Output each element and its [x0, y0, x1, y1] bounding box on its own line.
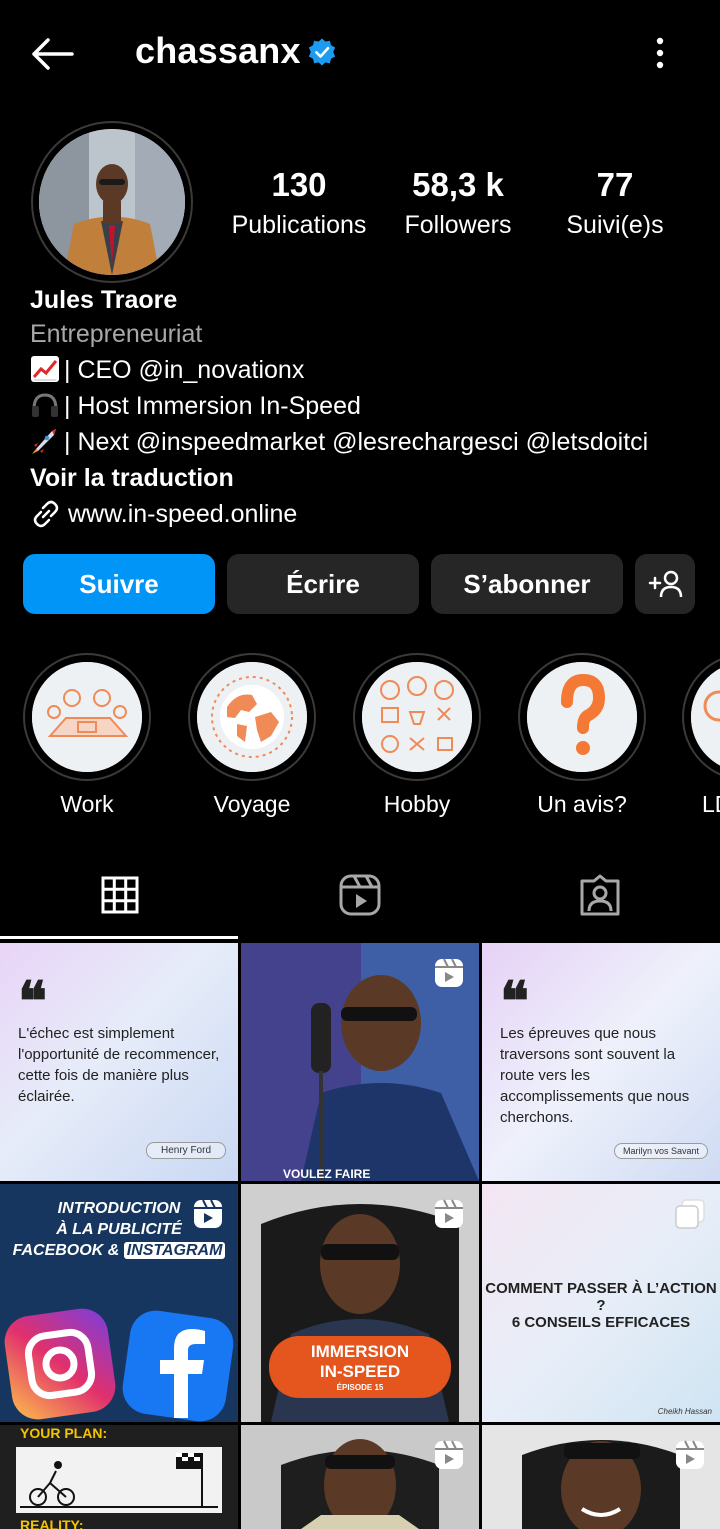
post-thumbnail[interactable] [482, 1425, 720, 1529]
highlight-label: Work [60, 791, 114, 817]
reel-icon [194, 1199, 222, 1228]
reel-icon [676, 1440, 704, 1469]
highlight-ld-cover [691, 662, 720, 772]
stat-followers[interactable]: 58,3 k Followers [392, 166, 524, 242]
more-options-button[interactable] [645, 33, 675, 73]
highlight-work[interactable]: Work [22, 653, 152, 818]
avatar [39, 129, 185, 275]
back-button[interactable] [28, 34, 78, 74]
stat-publications-label: Publications [231, 211, 367, 239]
see-translation-link[interactable]: Voir la traduction [30, 460, 710, 496]
stat-followers-value: 58,3 k [412, 166, 504, 203]
post-thumbnail[interactable]: COMMENT PASSER À L’ACTION ? 6 CONSEILS E… [482, 1184, 720, 1422]
post-quote-author: Marilyn vos Savant [613, 1143, 708, 1159]
follow-button[interactable]: Suivre [23, 554, 215, 614]
highlight-label: Voyage [213, 791, 291, 817]
post-title-line: COMMENT PASSER À L’ACTION ? [485, 1280, 717, 1314]
suggested-accounts-button[interactable] [635, 554, 695, 614]
highlight-hobby[interactable]: Hobby [352, 653, 482, 818]
highlight-label: Hobby [383, 791, 451, 817]
post-thumbnail[interactable]: INTRODUCTION À LA PUBLICITÉ FACEBOOK & I… [0, 1184, 238, 1422]
active-tab-indicator [0, 936, 238, 939]
post-title-line: 6 CONSEILS EFFICACES [511, 1314, 691, 1331]
post-subtitle: REALITY: [20, 1517, 84, 1529]
highlight-un-avis[interactable]: Un avis? [517, 653, 647, 818]
post-title-line: IN-SPEED [319, 1362, 401, 1381]
reel-icon [435, 1440, 463, 1469]
bio-line-text: | CEO @in_novationx [64, 356, 305, 384]
more-vertical-icon [656, 37, 664, 69]
highlight-hobby-cover [362, 662, 472, 772]
website-url: www.in-speed.online [68, 500, 298, 528]
arrow-left-icon [32, 38, 74, 70]
post-quote-text: L'échec est simplement l'opportunité de … [18, 1025, 220, 1105]
post-thumbnail[interactable] [241, 1425, 479, 1529]
message-button[interactable]: Écrire [227, 554, 419, 614]
headphone-emoji [32, 393, 58, 417]
highlight-work-cover [32, 662, 142, 772]
highlight-voyage-cover [197, 662, 307, 772]
rocket-emoji [32, 429, 56, 454]
stat-following-label: Suivi(e)s [566, 211, 664, 239]
reels-icon [339, 874, 381, 916]
add-person-icon [648, 570, 683, 598]
verified-badge-icon [308, 38, 336, 66]
bio-line-text: | Host Immersion In-Speed [64, 392, 361, 420]
carousel-icon [675, 1199, 705, 1229]
stat-publications[interactable]: 130 Publications [226, 166, 372, 242]
chart-increasing-emoji [31, 356, 59, 382]
stat-following-value: 77 [596, 166, 634, 203]
bio-line: | CEO @in_novationx [30, 352, 710, 388]
reel-icon [435, 958, 463, 987]
quote-icon: ❝ [500, 969, 530, 1033]
link-icon [33, 500, 59, 528]
post-thumbnail[interactable]: ❝ Les épreuves que nous traversons sont … [482, 943, 720, 1181]
website-link[interactable]: www.in-speed.online [30, 496, 710, 532]
bio-line-text: | Next @inspeedmarket @lesrechargesci @l… [64, 428, 649, 456]
profile-username: chassanx [135, 30, 301, 71]
tab-tagged[interactable] [480, 850, 720, 940]
post-signature: Cheikh Hassan [657, 1407, 712, 1416]
quote-icon: ❝ [18, 969, 48, 1033]
subscribe-button[interactable]: S’abonner [431, 554, 623, 614]
profile-avatar[interactable] [31, 121, 193, 283]
post-quote-author: Henry Ford [145, 1142, 226, 1159]
grid-icon [101, 876, 139, 914]
post-thumbnail[interactable]: VOULEZ FAIRE [241, 943, 479, 1181]
highlight-voyage[interactable]: Voyage [187, 653, 317, 818]
highlight-ld[interactable]: LD [682, 653, 720, 818]
post-title-line: IMMERSION [310, 1342, 410, 1361]
post-episode: ÉPISODE 15 [336, 1383, 384, 1392]
bio-line: | Host Immersion In-Speed [30, 388, 710, 424]
tab-reels[interactable] [240, 850, 480, 940]
bio-line: | Next @inspeedmarket @lesrechargesci @l… [30, 424, 710, 460]
highlight-question-cover [527, 662, 637, 772]
highlight-label: LD [702, 791, 720, 817]
profile-name: Jules Traore [30, 286, 178, 314]
post-thumbnail[interactable]: IMMERSION IN-SPEED ÉPISODE 15 [241, 1184, 479, 1422]
post-quote-text: Les épreuves que nous traversons sont so… [500, 1025, 690, 1126]
tagged-icon [580, 874, 620, 916]
reel-icon [435, 1199, 463, 1228]
profile-bio: Jules Traore Entrepreneuriat | CEO @in_n… [30, 284, 710, 532]
post-title: YOUR PLAN: [20, 1425, 108, 1441]
highlight-label: Un avis? [537, 791, 627, 817]
tab-posts-grid[interactable] [0, 850, 240, 940]
post-caption: VOULEZ FAIRE [283, 1167, 371, 1181]
profile-tabs [0, 850, 720, 940]
top-bar: chassanx [0, 0, 720, 106]
post-thumbnail[interactable]: YOUR PLAN: REALITY: [0, 1425, 238, 1529]
post-thumbnail[interactable]: ❝ L'échec est simplement l'opportunité d… [0, 943, 238, 1181]
profile-category: Entrepreneuriat [30, 320, 203, 348]
stat-followers-label: Followers [404, 211, 512, 239]
stat-publications-value: 130 [271, 166, 327, 203]
stat-following[interactable]: 77 Suivi(e)s [556, 166, 674, 242]
